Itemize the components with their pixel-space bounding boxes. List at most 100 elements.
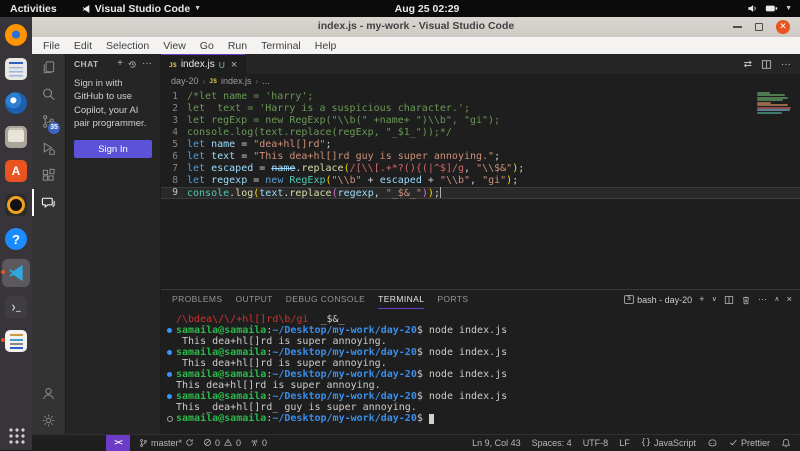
dock-item-libreoffice-writer[interactable] bbox=[2, 55, 30, 83]
menu-run[interactable]: Run bbox=[221, 40, 254, 52]
more-actions-icon[interactable]: ··· bbox=[781, 59, 791, 70]
minimize-button[interactable] bbox=[733, 26, 742, 28]
copilot-icon[interactable] bbox=[707, 438, 718, 448]
notifications-bell-icon[interactable] bbox=[781, 438, 791, 448]
history-icon[interactable] bbox=[128, 60, 137, 69]
terminal-text: This dea+hl[]rd is super annoying. bbox=[176, 380, 381, 391]
panel-tab-ports[interactable]: PORTS bbox=[437, 290, 468, 309]
menu-help[interactable]: Help bbox=[308, 40, 344, 52]
panel-tab-debug-console[interactable]: DEBUG CONSOLE bbox=[286, 290, 365, 309]
more-actions-icon[interactable]: ··· bbox=[142, 59, 152, 69]
terminal-instance-label[interactable]: $ bash - day-20 bbox=[624, 295, 692, 305]
panel-tab-problems[interactable]: PROBLEMS bbox=[172, 290, 222, 309]
branch-indicator[interactable]: master* bbox=[139, 438, 194, 448]
split-editor-icon[interactable] bbox=[761, 59, 772, 70]
chevron-right-icon: › bbox=[255, 76, 259, 86]
new-chat-icon[interactable]: + bbox=[117, 59, 123, 69]
breadcrumb-folder[interactable]: day-20 bbox=[171, 76, 199, 86]
focused-app-name: Visual Studio Code bbox=[94, 2, 191, 15]
dock-item-terminal[interactable]: ❯_ bbox=[2, 293, 30, 321]
code-editor[interactable]: 1 /*let name = 'harry'; 2 let text = 'Harry… bbox=[161, 88, 800, 289]
menu-file[interactable]: File bbox=[36, 40, 67, 52]
code-text: console.log(text.replace(regexp, "_$&_")… bbox=[187, 187, 442, 199]
status-bar: >< master* 0 0 0 Ln 9, Col 43 Spaces: 4 … bbox=[32, 434, 800, 451]
menu-edit[interactable]: Edit bbox=[67, 40, 99, 52]
js-file-icon: JS bbox=[169, 60, 177, 69]
account-icon[interactable] bbox=[32, 380, 65, 407]
extensions-icon[interactable] bbox=[32, 162, 65, 189]
ports-indicator[interactable]: 0 bbox=[250, 438, 267, 448]
command-decoration-icon[interactable] bbox=[167, 391, 176, 402]
panel-tab-terminal[interactable]: TERMINAL bbox=[378, 290, 425, 309]
focused-app-menu[interactable]: Visual Studio Code ▼ bbox=[81, 3, 201, 15]
breadcrumb-symbol[interactable]: ... bbox=[262, 76, 270, 86]
line-number: 3 bbox=[172, 115, 178, 126]
dock-item-files[interactable] bbox=[2, 123, 30, 151]
menu-selection[interactable]: Selection bbox=[99, 40, 156, 52]
close-button[interactable]: ✕ bbox=[776, 20, 790, 34]
command-decoration-icon[interactable] bbox=[167, 347, 176, 358]
command-decoration-icon[interactable] bbox=[167, 413, 176, 424]
terminal-row: This dea+hl[]rd is super annoying. bbox=[167, 336, 800, 347]
language-mode[interactable]: {} JavaScript bbox=[641, 438, 696, 448]
source-control-icon[interactable]: 35 bbox=[32, 108, 65, 135]
panel-more-icon[interactable]: ··· bbox=[758, 295, 768, 305]
system-status-area[interactable]: ▼ bbox=[747, 3, 792, 14]
line-number: 6 bbox=[172, 151, 178, 162]
dock-item-vscode[interactable] bbox=[1, 259, 30, 287]
dock-item-firefox[interactable] bbox=[2, 21, 30, 49]
chat-icon[interactable] bbox=[32, 189, 65, 216]
code-line: 1 /*let name = 'harry'; bbox=[161, 91, 800, 103]
minimap[interactable] bbox=[757, 92, 793, 114]
cursor-position[interactable]: Ln 9, Col 43 bbox=[472, 438, 521, 448]
problems-indicator[interactable]: 0 0 bbox=[203, 438, 241, 448]
maximize-panel-icon[interactable]: ∧ bbox=[774, 296, 779, 303]
open-changes-icon[interactable]: ⇄ bbox=[744, 59, 752, 70]
radio-tower-icon bbox=[251, 439, 258, 446]
menu-terminal[interactable]: Terminal bbox=[254, 40, 308, 52]
writer-icon bbox=[5, 58, 27, 80]
window-title-bar[interactable]: index.js - my-work - Visual Studio Code … bbox=[32, 17, 800, 37]
maximize-button[interactable] bbox=[755, 23, 763, 31]
running-indicator bbox=[1, 338, 5, 342]
terminal-dropdown-icon[interactable]: ∨ bbox=[712, 296, 717, 303]
show-applications-button[interactable] bbox=[7, 426, 25, 444]
kill-terminal-icon[interactable] bbox=[741, 295, 751, 305]
terminal-gutter bbox=[167, 358, 176, 369]
formatter-status[interactable]: Prettier bbox=[729, 438, 770, 448]
tab-index-js[interactable]: JS index.js U × bbox=[161, 54, 247, 74]
close-panel-icon[interactable]: × bbox=[786, 295, 792, 305]
dock-item-rhythmbox[interactable] bbox=[2, 191, 30, 219]
scm-badge: 35 bbox=[48, 122, 60, 134]
close-tab-icon[interactable]: × bbox=[231, 59, 237, 71]
indentation[interactable]: Spaces: 4 bbox=[532, 438, 572, 448]
terminal-text: samaila@samaila:~/Desktop/my-work/day-20… bbox=[176, 413, 435, 424]
search-icon[interactable] bbox=[32, 81, 65, 108]
clock[interactable]: Aug 25 02:29 bbox=[395, 3, 460, 15]
breadcrumb[interactable]: day-20 › JS index.js › ... bbox=[161, 74, 800, 88]
settings-gear-icon[interactable] bbox=[32, 407, 65, 434]
line-number: 2 bbox=[172, 103, 178, 114]
explorer-icon[interactable] bbox=[32, 54, 65, 81]
command-decoration-icon[interactable] bbox=[167, 369, 176, 380]
dock-item-ubuntu-software[interactable]: A bbox=[2, 157, 30, 185]
split-terminal-icon[interactable] bbox=[724, 295, 734, 305]
terminal-text: This dea+hl[]rd is super annoying. bbox=[176, 336, 387, 347]
sign-in-button[interactable]: Sign In bbox=[74, 140, 152, 159]
menu-view[interactable]: View bbox=[156, 40, 193, 52]
remote-indicator[interactable]: >< bbox=[106, 434, 130, 451]
dock-item-thunderbird[interactable] bbox=[2, 89, 30, 117]
eol-sequence[interactable]: LF bbox=[619, 438, 630, 448]
command-decoration-icon[interactable] bbox=[167, 325, 176, 336]
check-icon bbox=[730, 439, 737, 446]
activities-button[interactable]: Activities bbox=[0, 3, 67, 15]
dock-item-help[interactable]: ? bbox=[2, 225, 30, 253]
new-terminal-icon[interactable]: + bbox=[699, 295, 705, 305]
run-debug-icon[interactable] bbox=[32, 135, 65, 162]
breadcrumb-file[interactable]: index.js bbox=[221, 76, 252, 86]
panel-tab-output[interactable]: OUTPUT bbox=[235, 290, 272, 309]
dock-item-text-editor[interactable] bbox=[1, 327, 30, 355]
menu-go[interactable]: Go bbox=[193, 40, 221, 52]
encoding[interactable]: UTF-8 bbox=[583, 438, 609, 448]
terminal-output[interactable]: /\bdea\/\/+hl[]rd\b/gi _$&_ samaila@samai… bbox=[161, 309, 800, 434]
